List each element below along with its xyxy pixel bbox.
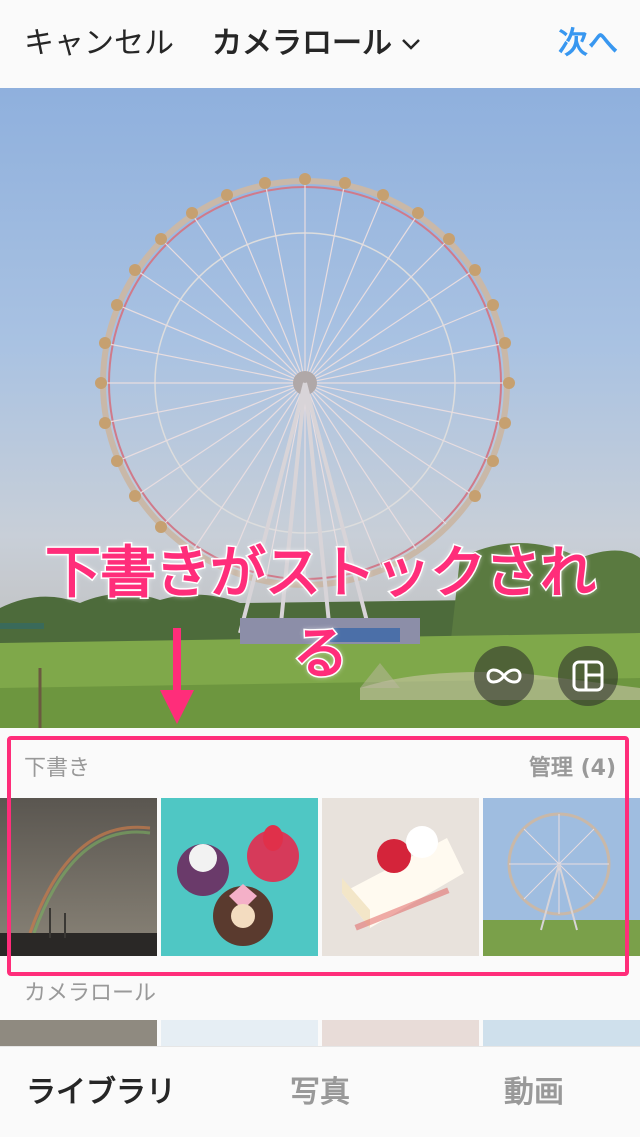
tab-video[interactable]: 動画	[504, 1073, 564, 1113]
manage-drafts-button[interactable]: 管理 (4)	[529, 750, 616, 782]
layout-button[interactable]	[558, 646, 618, 706]
tab-photo[interactable]: 写真	[290, 1073, 350, 1113]
draft-thumbnail[interactable]	[161, 798, 318, 956]
draft-thumbnail[interactable]	[0, 798, 157, 956]
bottom-tab-bar: ライブラリ 写真 動画	[0, 1046, 640, 1137]
album-title: カメラロール	[212, 26, 392, 61]
drafts-thumbnails	[0, 798, 640, 956]
chevron-down-icon	[402, 39, 420, 50]
infinity-icon	[486, 668, 522, 684]
drafts-label: 下書き	[24, 756, 91, 781]
top-bar: キャンセル カメラロール 次へ	[0, 0, 640, 89]
ferris-wheel-photo	[483, 798, 640, 956]
next-button[interactable]: 次へ	[558, 24, 618, 64]
cupcakes-photo	[161, 798, 318, 956]
down-arrow-icon	[160, 628, 194, 724]
boomerang-button[interactable]	[474, 646, 534, 706]
photo-preview[interactable]: 下書きがストックされる	[0, 88, 640, 728]
draft-thumbnail[interactable]	[322, 798, 479, 956]
rainbow-photo	[0, 798, 157, 956]
drafts-header: 下書き 管理 (4)	[0, 728, 640, 798]
album-selector[interactable]: カメラロール	[212, 24, 422, 64]
strawberry-shortcake-photo	[322, 798, 479, 956]
camera-roll-label: カメラロール	[24, 981, 157, 1006]
cancel-button[interactable]: キャンセル	[24, 24, 174, 64]
draft-thumbnail[interactable]	[483, 798, 640, 956]
layout-icon	[572, 660, 604, 692]
tab-library[interactable]: ライブラリ	[26, 1073, 176, 1113]
